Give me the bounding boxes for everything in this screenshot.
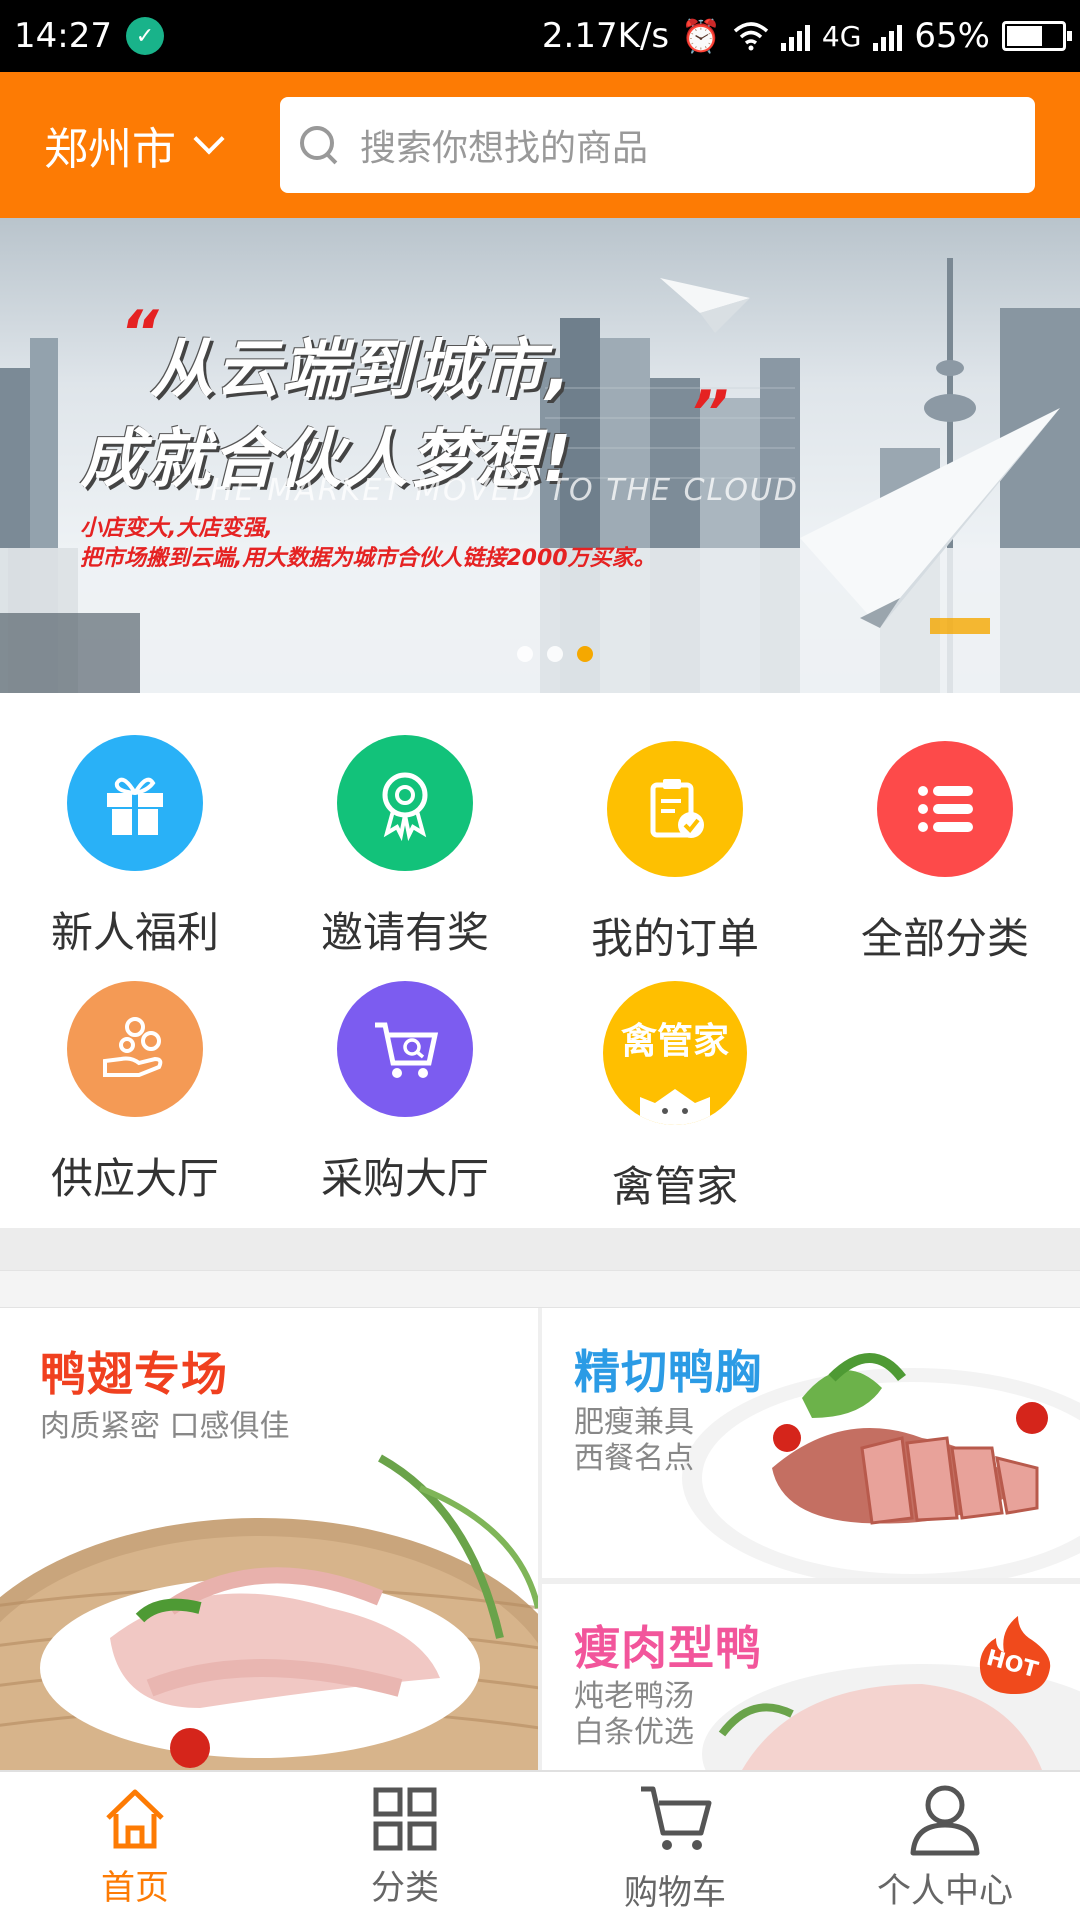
shortcut-grid: 新人福利 邀请有奖 我的订单 全部分类 供应大厅 采购大厅 禽管家 禽管家	[0, 693, 1080, 1228]
coins-hand-icon	[67, 981, 203, 1117]
mascot-badge-text: 禽管家	[620, 1021, 729, 1062]
app-notification-icon: ✓	[125, 17, 164, 55]
clipboard-icon	[607, 741, 743, 877]
banner-headline-1: 从云端到城市,	[150, 333, 573, 407]
alarm-icon: ⏰	[681, 17, 721, 55]
search-input[interactable]: 搜索你想找的商品	[360, 119, 648, 171]
promo-card-duck-breast[interactable]: 精切鸭胸 肥瘦兼具 西餐名点	[542, 1308, 1080, 1578]
banner-english-tagline: THE MARKET MOVED TO THE CLOUD	[190, 473, 799, 508]
duck-wings-image	[0, 1454, 538, 1770]
search-bar[interactable]: 搜索你想找的商品	[280, 97, 1035, 193]
city-selector[interactable]: 郑州市	[44, 113, 280, 177]
tab-label: 首页	[101, 1867, 169, 1908]
signal-icon-2	[873, 21, 903, 51]
bottom-nav: 首页 分类 购物车 个人中心	[0, 1770, 1080, 1920]
grid-icon	[373, 1787, 437, 1850]
wifi-icon	[733, 22, 769, 51]
battery-fill	[1007, 26, 1043, 46]
award-icon	[337, 735, 473, 871]
promo-title: 精切鸭胸	[574, 1345, 762, 1399]
shortcut-label: 采购大厅	[320, 1154, 489, 1203]
mascot-face-icon	[640, 1089, 710, 1125]
shortcut-new-user-benefits[interactable]: 新人福利	[0, 735, 270, 960]
shortcut-label: 新人福利	[50, 908, 219, 957]
shortcut-poultry-manager[interactable]: 禽管家 禽管家	[540, 981, 810, 1214]
list-icon	[877, 741, 1013, 877]
banner-subtitle-1: 小店变大,大店变强,	[80, 516, 273, 541]
promo-section: 鸭翅专场 肉质紧密 口感俱佳 精切鸭胸 肥瘦兼具 西餐名点 瘦肉型鸭 炖老鸭汤 …	[0, 1308, 1080, 1770]
banner-subtitle-2: 把市场搬到云端,用大数据为城市合伙人链接2000万买家。	[80, 546, 656, 571]
search-icon	[294, 120, 344, 170]
promo-title: 瘦肉型鸭	[574, 1621, 762, 1675]
promo-desc-2: 白条优选	[574, 1715, 694, 1750]
person-icon	[910, 1785, 980, 1855]
status-time: 14:27	[14, 16, 112, 56]
promo-card-lean-duck[interactable]: 瘦肉型鸭 炖老鸭汤 白条优选 HOT	[542, 1584, 1080, 1770]
promo-banner[interactable]: “ ” 从云端到城市, 成就合伙人梦想! THE MARKET MOVED TO…	[0, 218, 1080, 693]
shortcut-invite-reward[interactable]: 邀请有奖	[270, 735, 540, 960]
network-type: 4G	[821, 19, 862, 53]
section-separator	[0, 1270, 1080, 1308]
mascot-icon: 禽管家	[603, 981, 747, 1125]
carousel-dot[interactable]	[547, 646, 563, 662]
promo-card-duck-wings[interactable]: 鸭翅专场 肉质紧密 口感俱佳	[0, 1308, 538, 1770]
chevron-down-icon	[193, 123, 225, 155]
shortcut-label: 禽管家	[611, 1162, 738, 1211]
status-bar: 14:27 ✓ 2.17K/s ⏰ 4G 65%	[0, 0, 1080, 72]
carousel-dot-active[interactable]	[577, 646, 593, 662]
shortcut-purchase-hall[interactable]: 采购大厅	[270, 981, 540, 1206]
section-separator	[0, 1228, 1080, 1270]
promo-desc-2: 西餐名点	[574, 1441, 694, 1476]
shortcut-label: 邀请有奖	[320, 908, 489, 957]
carousel-dot[interactable]	[517, 646, 533, 662]
city-name: 郑州市	[44, 124, 176, 175]
tab-label: 购物车	[624, 1872, 726, 1913]
home-icon	[106, 1789, 164, 1848]
gift-icon	[67, 735, 203, 871]
battery-icon	[1002, 21, 1072, 51]
tab-label: 分类	[371, 1867, 439, 1908]
tab-home[interactable]: 首页	[0, 1772, 270, 1920]
shortcut-supply-hall[interactable]: 供应大厅	[0, 981, 270, 1206]
battery-percent: 65%	[914, 16, 990, 56]
tab-categories[interactable]: 分类	[270, 1772, 540, 1920]
tab-profile[interactable]: 个人中心	[810, 1772, 1080, 1920]
shortcut-label: 全部分类	[860, 914, 1029, 963]
shortcut-label: 我的订单	[590, 914, 759, 963]
carousel-indicator	[0, 646, 1080, 662]
tab-cart[interactable]: 购物车	[540, 1772, 810, 1920]
shortcut-my-orders[interactable]: 我的订单	[540, 741, 810, 966]
banner-quote-close: ”	[690, 378, 729, 448]
hot-badge: HOT	[972, 1612, 1058, 1698]
status-indicators: 2.17K/s ⏰ 4G 65%	[541, 0, 1072, 72]
top-header: 郑州市 搜索你想找的商品	[0, 72, 1080, 218]
signal-icon	[780, 21, 810, 51]
shortcut-all-categories[interactable]: 全部分类	[810, 741, 1080, 966]
network-speed: 2.17K/s	[541, 16, 670, 56]
tab-label: 个人中心	[877, 1870, 1013, 1911]
shortcut-label: 供应大厅	[50, 1154, 219, 1203]
cart-icon	[641, 1786, 712, 1850]
cart-search-icon	[337, 981, 473, 1117]
